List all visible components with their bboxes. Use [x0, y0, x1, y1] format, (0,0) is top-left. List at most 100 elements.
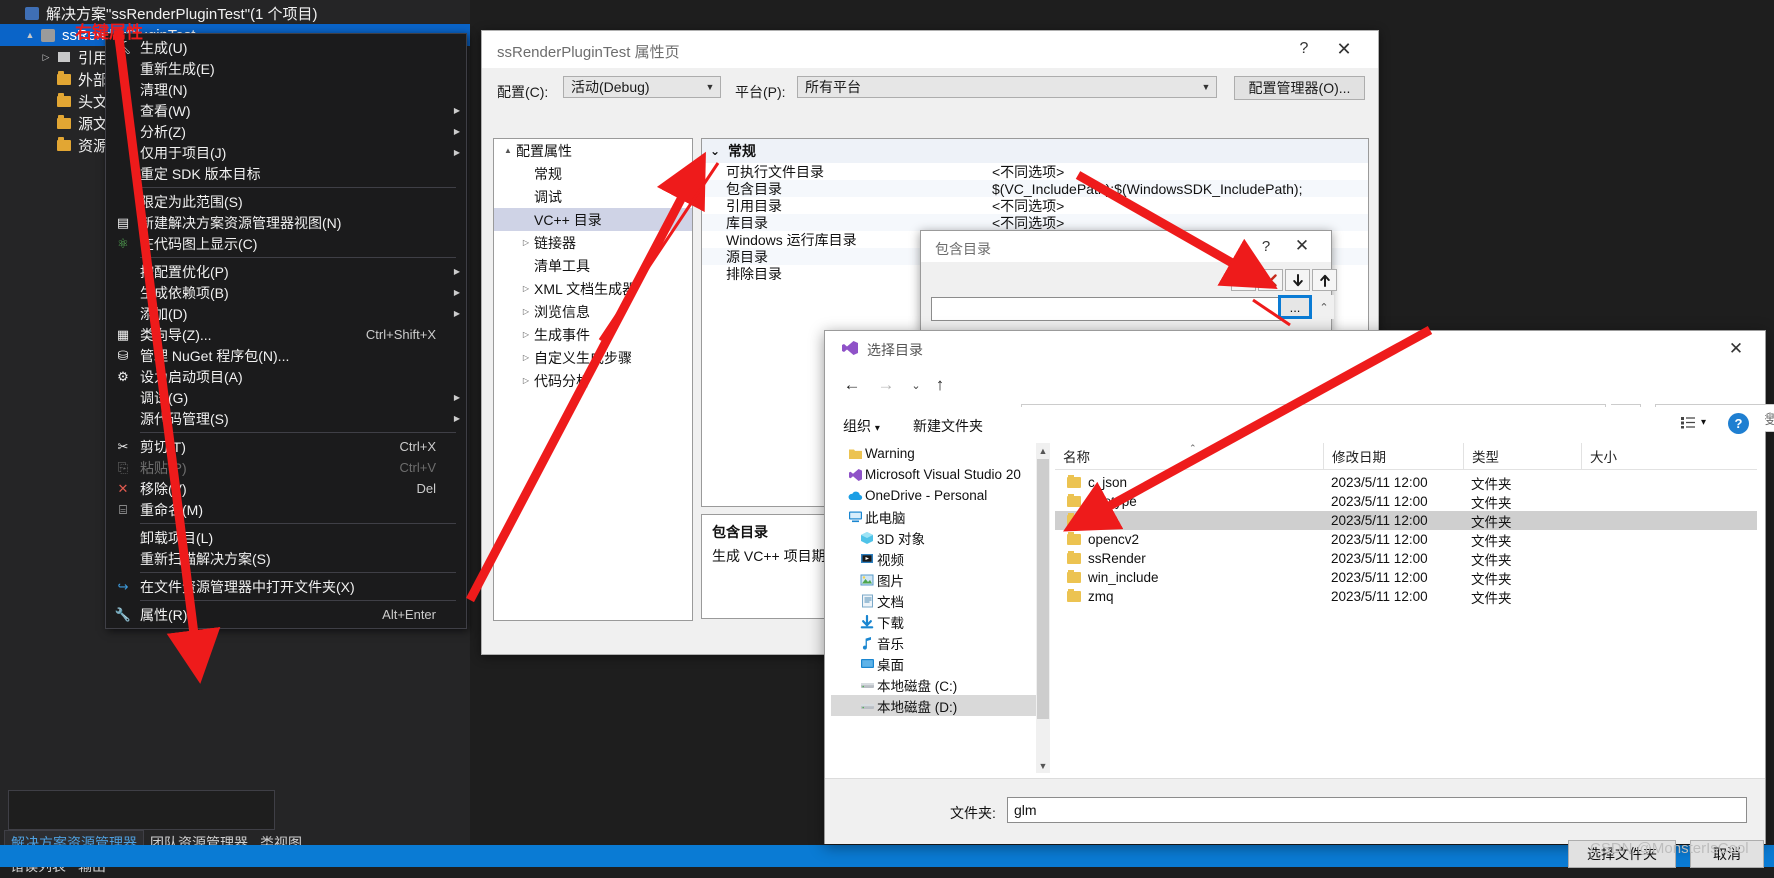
column-header[interactable]: 类型 [1463, 443, 1581, 469]
solution-tree-row[interactable]: 解决方案"ssRenderPluginTest"(1 个项目) [0, 2, 470, 24]
property-grid-row[interactable]: 包含目录 $(VC_IncludePath);$(WindowsSDK_Inclu… [702, 180, 1368, 197]
new-folder-button[interactable]: 新建文件夹 [913, 416, 983, 436]
menu-item[interactable]: 按配置优化(P) ▶ [106, 261, 466, 282]
configuration-combo[interactable]: 活动(Debug) ▼ [563, 76, 721, 98]
property-grid-row[interactable]: 可执行文件目录 <不同选项> [702, 163, 1368, 180]
recent-locations-button[interactable]: ⌄ [903, 371, 929, 399]
include-path-input[interactable] [931, 297, 1281, 321]
column-header[interactable]: 大小 [1581, 443, 1699, 469]
menu-item[interactable]: ⚙ 设为启动项目(A) [106, 366, 466, 387]
nav-pane-item[interactable]: 本地磁盘 (D:) [831, 695, 1036, 716]
property-value[interactable]: $(VC_IncludePath);$(WindowsSDK_IncludePa… [992, 181, 1368, 197]
menu-item[interactable]: 卸载项目(L) [106, 527, 466, 548]
file-row[interactable]: c_json 2023/5/11 12:00 文件夹 [1055, 473, 1757, 492]
property-tree-row[interactable]: ▲ 配置属性 [494, 139, 692, 162]
close-button[interactable]: ✕ [1330, 37, 1358, 61]
nav-pane-item[interactable]: OneDrive - Personal [831, 485, 1036, 506]
menu-item[interactable]: ⛏ 生成(U) [106, 37, 466, 58]
help-button[interactable]: ? [1290, 37, 1318, 61]
nav-pane-item[interactable]: 桌面 [831, 653, 1036, 674]
property-tree-row[interactable]: ▷ 生成事件 [494, 323, 692, 346]
twisty-icon[interactable]: ▷ [518, 284, 534, 293]
twisty-icon[interactable]: ▷ [518, 238, 534, 247]
menu-item[interactable]: 限定为此范围(S) [106, 191, 466, 212]
column-header[interactable]: 名称 ⌃ [1055, 443, 1323, 469]
twisty-icon[interactable]: ▷ [38, 52, 54, 63]
menu-item[interactable]: 清理(N) [106, 79, 466, 100]
config-manager-button[interactable]: 配置管理器(O)... [1234, 76, 1365, 100]
new-folder-icon[interactable] [1231, 269, 1256, 291]
property-tree-row[interactable]: 常规 [494, 162, 692, 185]
property-tree-row[interactable]: 清单工具 [494, 254, 692, 277]
platform-combo[interactable]: 所有平台 ▼ [797, 76, 1217, 98]
move-down-icon[interactable] [1285, 269, 1310, 291]
file-row[interactable]: zmq 2023/5/11 12:00 文件夹 [1055, 587, 1757, 606]
chevron-up-icon[interactable]: ⌃ [1314, 295, 1334, 319]
menu-item[interactable]: 重新生成(E) [106, 58, 466, 79]
file-row[interactable]: win_include 2023/5/11 12:00 文件夹 [1055, 568, 1757, 587]
property-grid-row[interactable]: 引用目录 <不同选项> [702, 197, 1368, 214]
twisty-icon[interactable]: ▷ [518, 330, 534, 339]
include-directories-dialog[interactable]: 包含目录 ? ✕ [920, 230, 1337, 332]
menu-item[interactable]: 分析(Z) ▶ [106, 121, 466, 142]
property-tree-row[interactable]: ▷ XML 文档生成器 [494, 277, 692, 300]
file-row[interactable]: freetype 2023/5/11 12:00 文件夹 [1055, 492, 1757, 511]
file-row[interactable]: ssRender 2023/5/11 12:00 文件夹 [1055, 549, 1757, 568]
folder-name-input[interactable]: glm [1007, 797, 1747, 823]
twisty-icon[interactable]: ▷ [518, 353, 534, 362]
menu-item[interactable]: ▦ 类向导(Z)... Ctrl+Shift+X [106, 324, 466, 345]
menu-item[interactable]: 源代码管理(S) ▶ [106, 408, 466, 429]
scroll-down-icon[interactable]: ▼ [1036, 758, 1050, 773]
property-tree-row[interactable]: ▷ 链接器 [494, 231, 692, 254]
file-row[interactable]: glm 2023/5/11 12:00 文件夹 [1055, 511, 1757, 530]
menu-item[interactable]: 重新扫描解决方案(S) [106, 548, 466, 569]
menu-item[interactable]: 生成依赖项(B) ▶ [106, 282, 466, 303]
menu-item[interactable]: 仅用于项目(J) ▶ [106, 142, 466, 163]
up-button[interactable]: ↑ [927, 371, 953, 399]
property-tree-row[interactable]: ▷ 浏览信息 [494, 300, 692, 323]
menu-item[interactable]: ⎘ 粘贴(P) Ctrl+V [106, 457, 466, 478]
file-list-header[interactable]: 名称 ⌃ 修改日期 类型 大小 [1055, 443, 1757, 470]
scrollbar-thumb[interactable] [1037, 459, 1049, 719]
back-button[interactable]: ← [839, 371, 865, 399]
nav-pane-item[interactable]: 视频 [831, 548, 1036, 569]
menu-item[interactable]: 查看(W) ▶ [106, 100, 466, 121]
twisty-icon[interactable]: ▲ [22, 30, 38, 40]
twisty-icon[interactable]: ▷ [518, 307, 534, 316]
move-up-icon[interactable] [1312, 269, 1337, 291]
close-button[interactable]: ✕ [1289, 235, 1315, 257]
menu-item[interactable]: 重定 SDK 版本目标 [106, 163, 466, 184]
property-pages-tree[interactable]: ▲ 配置属性 常规 调试 VC++ 目录 ▷ 链接器 清单工具 ▷ XML 文档生成器 ▷ 浏览信息 ▷… [493, 138, 693, 621]
menu-item[interactable]: ⚛ 在代码图上显示(C) [106, 233, 466, 254]
chevron-down-icon[interactable]: ⌄ [702, 144, 728, 158]
close-button[interactable]: ✕ [1721, 337, 1751, 361]
menu-item[interactable]: ▤ 新建解决方案资源管理器视图(N) [106, 212, 466, 233]
select-directory-dialog[interactable]: 选择目录 ✕ ← → ⌄ ↑ ›此电脑›本地磁盘 (D:)›05.ssRende… [824, 330, 1774, 844]
menu-item[interactable]: 调试(G) ▶ [106, 387, 466, 408]
nav-pane-item[interactable]: 本地磁盘 (C:) [831, 674, 1036, 695]
twisty-icon[interactable]: ▲ [500, 146, 516, 155]
property-value[interactable]: <不同选项> [992, 162, 1368, 182]
organize-button[interactable]: 组织 ▾ [843, 416, 880, 436]
menu-item[interactable]: 🔧 属性(R) Alt+Enter [106, 604, 466, 625]
file-row[interactable]: opencv2 2023/5/11 12:00 文件夹 [1055, 530, 1757, 549]
scroll-up-icon[interactable]: ▲ [1036, 443, 1050, 458]
nav-pane-item[interactable]: 图片 [831, 569, 1036, 590]
menu-item[interactable]: ⌸ 重命名(M) [106, 499, 466, 520]
property-tree-row[interactable]: ▷ 自定义生成步骤 [494, 346, 692, 369]
forward-button[interactable]: → [873, 371, 899, 399]
menu-item[interactable]: 添加(D) ▶ [106, 303, 466, 324]
property-grid-row[interactable]: 库目录 <不同选项> [702, 214, 1368, 231]
property-tree-row[interactable]: 调试 [494, 185, 692, 208]
nav-pane-item[interactable]: 文档 [831, 590, 1036, 611]
navigation-pane[interactable]: Warning Microsoft Visual Studio 20 OneDriv… [831, 443, 1036, 773]
nav-pane-item[interactable]: Microsoft Visual Studio 20 [831, 464, 1036, 485]
delete-icon[interactable] [1258, 269, 1283, 291]
view-mode-button[interactable]: ▾ [1680, 416, 1706, 429]
menu-item[interactable]: ⛁ 管理 NuGet 程序包(N)... [106, 345, 466, 366]
property-grid-category[interactable]: ⌄ 常规 [702, 139, 1368, 163]
help-button[interactable]: ? [1728, 413, 1749, 434]
file-list-rows[interactable]: c_json 2023/5/11 12:00 文件夹 freetype 2023/5/1… [1055, 473, 1757, 606]
project-context-menu[interactable]: ⛏ 生成(U) 重新生成(E) 清理(N) 查看(W) ▶ 分析(Z) ▶ 仅用于项目(J) ▶ 重… [105, 33, 467, 629]
property-tree-row[interactable]: VC++ 目录 [494, 208, 692, 231]
